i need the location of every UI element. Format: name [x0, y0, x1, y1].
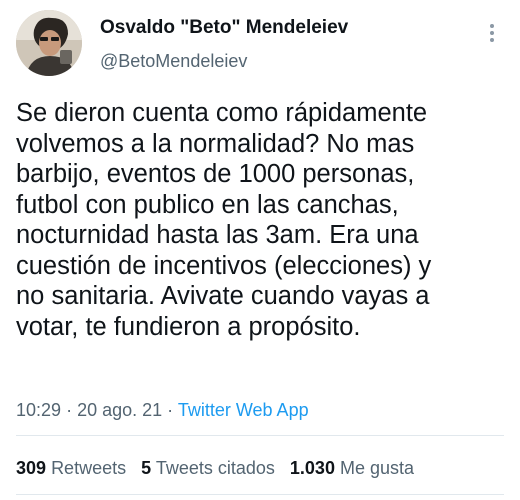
tweet-text-line: nocturnidad hasta las 3am. Era una [16, 221, 419, 249]
likes-stat[interactable]: 1.030 Me gusta [290, 458, 414, 478]
tweet-meta: 10:29 · 20 ago. 21 · Twitter Web App [16, 400, 309, 421]
meta-separator: · [167, 400, 174, 420]
tweet-text-line: futbol con publico en las canchas, [16, 190, 399, 219]
avatar-photo [16, 10, 82, 76]
more-vertical-icon[interactable] [487, 22, 497, 44]
tweet-stats: 309 Retweets 5 Tweets citados 1.030 Me g… [16, 458, 424, 479]
tweet-text: Se dieron cuenta como rápidamente volvem… [16, 98, 511, 342]
avatar[interactable] [16, 10, 82, 76]
quotes-count: 5 [141, 458, 152, 478]
tweet-text-line: cuestión de incentivos (elecciones) y [16, 251, 432, 280]
likes-label: Me gusta [339, 458, 415, 478]
tweet-text-line: votar, te fundieron a propósito. [16, 312, 361, 341]
likes-count: 1.030 [289, 458, 335, 478]
retweets-label: Retweets [51, 458, 127, 478]
divider [16, 435, 504, 436]
quotes-stat[interactable]: 5 Tweets citados [141, 458, 275, 478]
retweets-count: 309 [16, 458, 47, 478]
tweet-source-link[interactable]: Twitter Web App [178, 400, 309, 420]
retweets-stat[interactable]: 309 Retweets [16, 458, 126, 478]
author-handle[interactable]: @BetoMendeleiev [100, 51, 247, 72]
divider [16, 494, 504, 495]
tweet-text-line: no sanitaria. Avivate cuando vayas a [16, 282, 430, 310]
meta-separator: · [66, 400, 73, 420]
author-name[interactable]: Osvaldo "Beto" Mendeleiev [100, 17, 348, 39]
tweet-text-line: Se dieron cuenta como rápidamente [16, 99, 428, 127]
tweet-card: Osvaldo "Beto" Mendeleiev @BetoMendeleie… [0, 0, 520, 500]
tweet-text-line: barbijo, eventos de 1000 personas, [16, 160, 415, 188]
quotes-label: Tweets citados [155, 458, 275, 478]
tweet-time[interactable]: 10:29 [16, 400, 61, 420]
tweet-date[interactable]: 20 ago. 21 [77, 400, 162, 420]
tweet-text-line: volvemos a la normalidad? No mas [16, 129, 415, 158]
